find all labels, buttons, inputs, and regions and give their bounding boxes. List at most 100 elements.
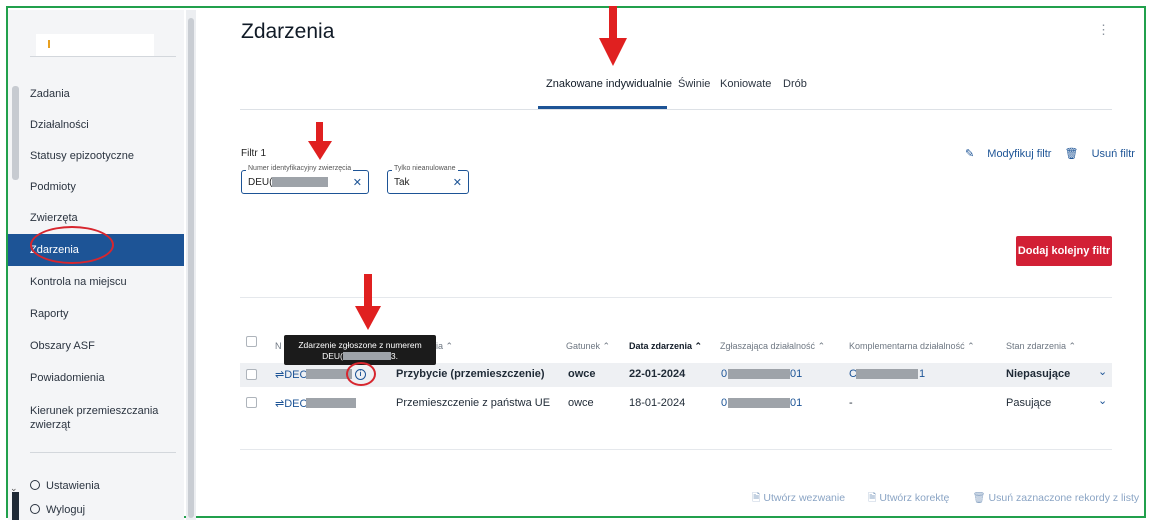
sidebar-item-kontrola[interactable]: Kontrola na miejscu [8,276,184,288]
row-id[interactable]: ⇌DEC [275,368,307,381]
header-date[interactable]: Data zdarzenia ⌃ [629,341,702,352]
redacted-block [728,369,790,379]
header-type-label: ia [436,341,444,351]
header-status-label: Stan zdarzenia [1006,341,1067,351]
header-reporting[interactable]: Zgłaszająca działalność ⌃ [720,341,825,352]
add-filter-button[interactable]: Dodaj kolejny filtr [1016,236,1112,266]
settings-link[interactable]: Ustawienia [8,480,184,492]
tooltip-line2-text: DEU( [322,351,343,361]
close-icon[interactable]: ✕ [353,176,362,189]
chip-value: DEU( [248,177,273,188]
row-id[interactable]: ⇌DEC [275,397,307,410]
redacted-block [342,352,391,360]
header-complementary[interactable]: Komplementarna działalność ⌃ [849,341,975,352]
chip-legend: Numer identyfikacyjny zwierzęcia [246,165,354,172]
expand-row-chevron-icon[interactable]: ⌄ [1098,394,1107,407]
filter-actions: ✎ Modyfikuj filtr 🗑 Usuń filtr [955,147,1135,160]
close-icon[interactable]: ✕ [453,176,462,189]
remove-filter-label: Usuń filtr [1091,148,1135,160]
sidebar-left-scrollbar[interactable] [12,86,19,180]
redacted-block [306,398,356,408]
user-icon [30,504,40,514]
row-reporting-tail[interactable]: 01 [790,397,802,409]
sidebar-divider [30,452,176,453]
expand-row-chevron-icon[interactable]: ⌄ [1098,365,1107,378]
filter-chip-non-cancelled[interactable]: Tylko nieanulowane Tak ✕ [387,165,469,194]
sidebar-item-obszary-asf[interactable]: Obszary ASF [8,340,184,352]
header-species[interactable]: Gatunek ⌃ [566,341,610,352]
redacted-block [728,398,790,408]
create-summons-label: Utwórz wezwanie [763,492,846,504]
sidebar-item-statusy[interactable]: Statusy epizootyczne [8,150,184,162]
remove-filter-button[interactable]: 🗑 Usuń filtr [1065,148,1135,160]
chevron-down-icon[interactable]: ⌄ [10,483,18,494]
row-id-text: DEC [284,398,308,410]
header-date-label: Data zdarzenia [629,341,693,351]
header-species-label: Gatunek [566,341,601,351]
row-reporting-tail[interactable]: 01 [790,368,802,380]
logout-label: Wyloguj [46,504,86,516]
row-species: owce [568,368,596,380]
row-status: Pasujące [1006,397,1052,409]
modify-filter-button[interactable]: ✎ Modyfikuj filtr [965,148,1051,160]
row-date: 22-01-2024 [629,368,686,380]
create-correction-label: Utwórz korektę [879,492,950,504]
logout-link[interactable]: Wyloguj [8,504,184,516]
tooltip-line1: Zdarzenie zgłoszone z numerem [298,340,422,350]
sidebar-item-zadania[interactable]: Zadania [8,88,184,100]
row-complementary-tail[interactable]: 1 [919,368,925,380]
row-type: Przemieszczenie z państwa UE [396,397,551,409]
header-type[interactable]: ia ⌃ [436,341,453,352]
filter-label: Filtr 1 [241,148,266,159]
row-checkbox[interactable] [246,397,257,408]
create-correction-button[interactable]: 🗎 Utwórz korektę [868,492,959,504]
tab-koniowate[interactable]: Koniowate [720,78,771,90]
modify-filter-label: Modyfikuj filtr [987,148,1052,160]
sidebar-item-raporty[interactable]: Raporty [8,308,184,320]
sidebar-item-podmioty[interactable]: Podmioty [8,181,184,193]
active-tab-indicator [538,106,667,109]
redacted-block [856,369,918,379]
sidebar-scrollbar-thumb[interactable] [188,18,194,518]
sidebar-item-kierunek[interactable]: Kierunek przemieszczania zwierząt [8,404,168,432]
annotation-arrow [308,122,332,160]
header-number[interactable]: N [275,341,282,351]
tooltip-line2: DEU( 3. [284,351,436,362]
tab-swinie[interactable]: Świnie [678,78,710,90]
sidebar-item-zwierzeta[interactable]: Zwierzęta [8,212,184,224]
tab-drob[interactable]: Drób [783,78,807,90]
divider [240,449,1112,450]
row-species: owce [568,397,594,409]
row-reporting[interactable]: 0 [721,397,727,409]
header-reporting-label: Zgłaszająca działalność [720,341,816,351]
row-checkbox[interactable] [246,369,257,380]
more-menu-icon[interactable]: ⋮ [1097,22,1110,38]
header-status[interactable]: Stan zdarzenia ⌃ [1006,341,1076,352]
chip-value: Tak [394,177,410,188]
annotation-circle [346,362,376,386]
create-summons-button[interactable]: 🗎 Utwórz wezwanie [752,492,855,504]
remove-selected-label: Usuń zaznaczone rekordy z listy [988,492,1140,504]
tab-znakowane[interactable]: Znakowane indywidualnie [546,78,672,90]
row-date: 18-01-2024 [629,397,686,409]
annotation-arrow [599,6,627,66]
tooltip-line2-tail: 3. [390,351,398,361]
tooltip: Zdarzenie zgłoszone z numerem DEU( 3. [284,335,436,365]
gear-icon [30,480,40,490]
sidebar-divider [30,56,176,57]
filter-chip-animal-id[interactable]: Numer identyfikacyjny zwierzęcia DEU( ✕ [241,165,369,194]
row-type: Przybycie (przemieszczenie) [396,368,545,380]
select-all-checkbox[interactable] [246,336,257,347]
row-complementary: - [849,397,853,409]
annotation-circle [30,226,114,264]
sidebar-left-scrollbar-thumb[interactable] [12,492,19,520]
sidebar-item-powiadomienia[interactable]: Powiadomienia [8,372,184,384]
tab-bar: Znakowane indywidualnie Świnie Koniowate… [240,72,1112,110]
row-status: Niepasujące [1006,368,1071,380]
remove-selected-button[interactable]: 🗑 Usuń zaznaczone rekordy z listy [972,492,1149,504]
redacted-block [272,177,328,187]
logo-mark [48,40,50,48]
annotation-arrow [355,274,381,330]
sidebar-item-dzialalnosci[interactable]: Działalności [8,119,184,131]
row-reporting[interactable]: 0 [721,368,727,380]
